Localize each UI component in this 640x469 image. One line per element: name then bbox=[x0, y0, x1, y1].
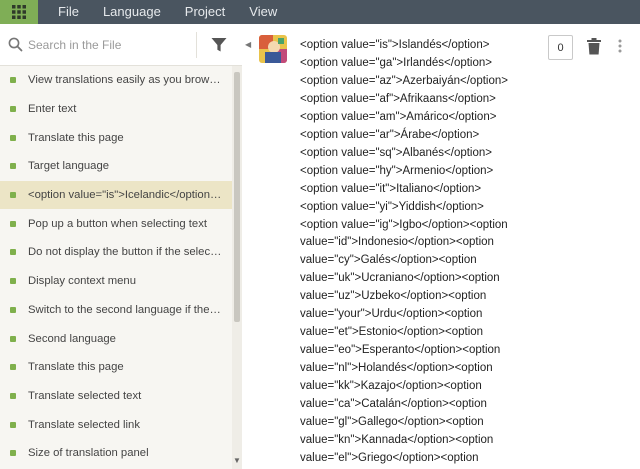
list-item[interactable]: Translate this page bbox=[0, 353, 232, 382]
translation-line: value="nl">Holandés</option><option bbox=[300, 362, 493, 375]
translation-line: value="ca">Catalán</option><option bbox=[300, 398, 487, 411]
list-item-label: Enter text bbox=[28, 103, 77, 116]
strings-panel: View translations easily as you browse t… bbox=[0, 24, 242, 469]
chevron-down-icon[interactable]: ▼ bbox=[233, 456, 241, 465]
translation-line: value="uk">Ucraniano</option><option bbox=[300, 272, 500, 285]
menu-file[interactable]: File bbox=[38, 0, 91, 24]
scroll-thumb[interactable] bbox=[234, 72, 240, 322]
list-item[interactable]: Pop up a button when selecting text bbox=[0, 209, 232, 238]
translation-line: <option value="ga">Irlandés</option> bbox=[300, 56, 492, 69]
list-item-label: Do not display the button if the selecte… bbox=[28, 246, 222, 259]
status-dot bbox=[10, 306, 16, 313]
translation-line: value="gl">Gallego</option><option bbox=[300, 416, 484, 429]
status-dot bbox=[10, 106, 16, 113]
menu-project[interactable]: Project bbox=[173, 0, 237, 24]
status-dot bbox=[10, 220, 16, 227]
list-item-label: <option value="is">Icelandic</option><op… bbox=[28, 189, 222, 202]
list-item-label: Translate this page bbox=[28, 361, 124, 374]
list-item-selected[interactable]: <option value="is">Icelandic</option><op… bbox=[0, 180, 232, 210]
status-dot bbox=[10, 421, 16, 428]
search-bar bbox=[0, 24, 242, 66]
chevron-left-icon[interactable]: ◀ bbox=[245, 40, 251, 49]
translation-line: value="id">Indonesio</option><option bbox=[300, 236, 494, 249]
search-input[interactable] bbox=[28, 35, 188, 55]
status-dot bbox=[10, 278, 16, 285]
list-item[interactable]: View translations easily as you browse t… bbox=[0, 66, 232, 95]
apps-grid-icon[interactable] bbox=[0, 0, 38, 24]
translation-line: <option value="is">Islandés</option> bbox=[300, 39, 490, 51]
list-item[interactable]: Switch to the second language if the inp… bbox=[0, 296, 232, 325]
translation-line: value="et">Estonio</option><option bbox=[300, 326, 484, 339]
avatar bbox=[259, 35, 287, 63]
status-dot bbox=[10, 450, 16, 457]
filter-icon[interactable] bbox=[211, 37, 227, 53]
list-item-label: Switch to the second language if the inp… bbox=[28, 303, 222, 316]
list-item[interactable]: Size of translation panel bbox=[0, 439, 232, 468]
list-item-label: Size of translation panel bbox=[28, 447, 149, 460]
list-item-label: Display context menu bbox=[28, 275, 136, 288]
menu-bar: File Language Project View bbox=[0, 0, 640, 24]
list-item[interactable]: Translate selected text bbox=[0, 382, 232, 411]
list-item-label: Translate selected link bbox=[28, 418, 140, 431]
translation-line: <option value="hy">Armenio</option> bbox=[300, 164, 494, 177]
translation-line: <option value="ar">Árabe</option> bbox=[300, 128, 480, 141]
translation-text[interactable]: <option value="is">Islandés</option> <opt… bbox=[300, 37, 550, 468]
search-divider bbox=[196, 32, 197, 58]
menu-view[interactable]: View bbox=[237, 0, 289, 24]
list-item[interactable]: Do not display the button if the selecte… bbox=[0, 238, 232, 267]
strings-list: View translations easily as you browse t… bbox=[0, 66, 232, 469]
status-dot bbox=[10, 77, 16, 84]
status-dot bbox=[10, 335, 16, 342]
translation-line: <option value="am">Amárico</option> bbox=[300, 110, 497, 123]
translation-editor: <option value="is">Islandés</option> <opt… bbox=[252, 24, 640, 469]
list-item[interactable]: Target language bbox=[0, 152, 232, 181]
translation-line: <option value="it">Italiano</option> bbox=[300, 182, 482, 195]
count-badge[interactable]: 0 bbox=[548, 35, 573, 60]
translation-line: value="kk">Kazajo</option><option bbox=[300, 380, 482, 393]
menu-language[interactable]: Language bbox=[91, 0, 173, 24]
translation-line: <option value="ig">Igbo</option><option bbox=[300, 218, 508, 231]
translation-line: value="kn">Kannada</option><option bbox=[300, 433, 494, 446]
list-item[interactable]: Translate selected link bbox=[0, 410, 232, 439]
status-dot bbox=[10, 192, 16, 199]
translation-line: <option value="yi">Yiddish</option> bbox=[300, 200, 484, 213]
list-item-label: Second language bbox=[28, 332, 116, 345]
list-item[interactable]: Enter text bbox=[0, 95, 232, 124]
more-vertical-icon[interactable] bbox=[618, 39, 622, 53]
list-scrollbar[interactable]: ▼ bbox=[232, 66, 242, 469]
status-dot bbox=[10, 392, 16, 399]
status-dot bbox=[10, 249, 16, 256]
list-item-label: View translations easily as you browse t… bbox=[28, 74, 222, 87]
translation-line: value="cy">Galés</option><option bbox=[300, 254, 477, 267]
trash-icon[interactable] bbox=[587, 38, 601, 55]
translation-line: value="el">Griego</option><option bbox=[300, 451, 479, 464]
status-dot bbox=[10, 134, 16, 141]
list-item[interactable]: Second language bbox=[0, 324, 232, 353]
list-item[interactable]: Translate this page bbox=[0, 123, 232, 152]
translation-line: value="uz">Uzbeko</option><option bbox=[300, 290, 487, 303]
list-item-label: Pop up a button when selecting text bbox=[28, 217, 207, 230]
search-icon bbox=[8, 37, 23, 52]
status-dot bbox=[10, 163, 16, 170]
list-item-label: Translate this page bbox=[28, 131, 124, 144]
translation-line: <option value="az">Azerbaiyán</option> bbox=[300, 74, 508, 87]
translation-line: value="your">Urdu</option><option bbox=[300, 308, 483, 321]
list-item-label: Target language bbox=[28, 160, 110, 173]
list-item-label: Translate selected text bbox=[28, 389, 142, 402]
status-dot bbox=[10, 364, 16, 371]
translation-line: <option value="af">Afrikaans</option> bbox=[300, 92, 496, 105]
list-item[interactable]: Display context menu bbox=[0, 267, 232, 296]
translation-line: <option value="sq">Albanés</option> bbox=[300, 146, 492, 159]
translation-line: value="eo">Esperanto</option><option bbox=[300, 344, 501, 357]
